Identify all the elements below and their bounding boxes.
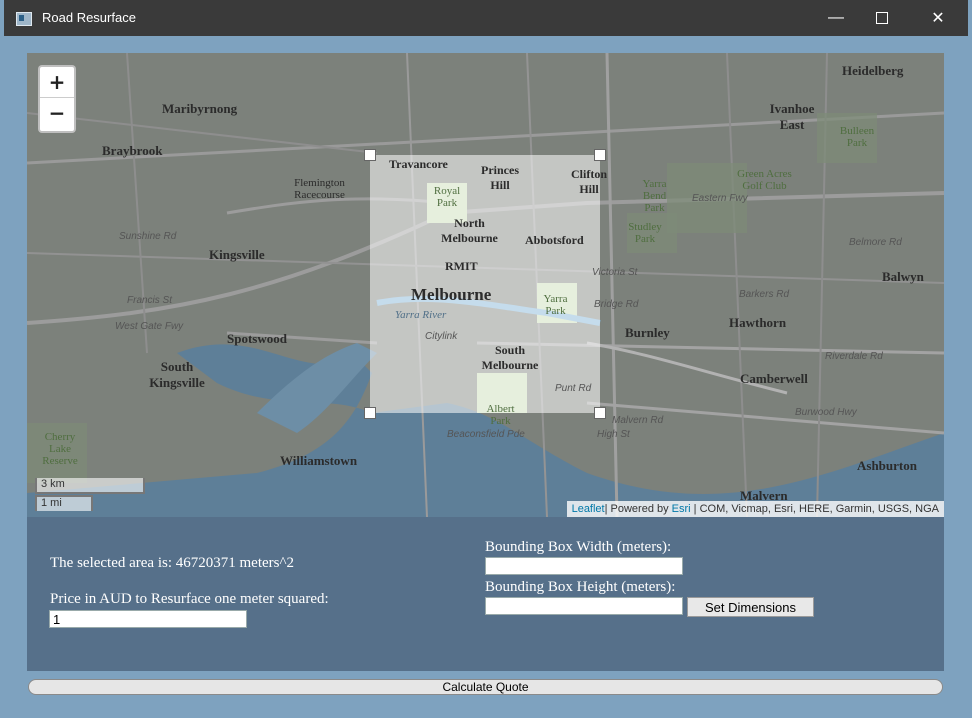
place-label: North Melbourne [441, 216, 498, 245]
place-label: Abbotsford [525, 233, 584, 247]
selected-area-text: The selected area is: 46720371 meters^2 [50, 555, 295, 571]
title-bar: Road Resurface — ✕ [4, 0, 968, 36]
road-label: Punt Rd [555, 383, 592, 394]
road-label: Malvern Rd [612, 415, 664, 426]
park-label: Bulleen Park [839, 125, 875, 149]
place-label: Balwyn [882, 269, 924, 284]
place-label: Williamstown [280, 453, 358, 468]
road-label: Sunshine Rd [119, 231, 177, 242]
road-label: Riverdale Rd [825, 351, 883, 362]
selection-handle-sw[interactable] [364, 407, 376, 419]
place-label: RMIT [445, 259, 478, 273]
window-title: Road Resurface [42, 10, 136, 25]
scale-bar-km: 3 km [35, 478, 145, 494]
place-label: Spotswood [227, 331, 287, 346]
park-label: Albert Park [486, 403, 515, 427]
place-label: Kingsville [209, 247, 265, 262]
place-label: Maribyrnong [162, 101, 238, 116]
maximize-button[interactable] [859, 0, 905, 36]
place-label: Princes Hill [481, 163, 519, 192]
zoom-control: + − [38, 65, 76, 133]
place-label: Braybrook [102, 143, 163, 158]
close-button[interactable]: ✕ [915, 0, 961, 36]
selection-handle-se[interactable] [594, 407, 606, 419]
road-label: Barkers Rd [739, 289, 790, 300]
road-label: Francis St [127, 295, 173, 306]
width-input[interactable] [485, 557, 683, 575]
park-label: Yarra Park [543, 293, 568, 317]
road-label: Belmore Rd [849, 237, 902, 248]
road-label: High St [597, 429, 630, 440]
set-dimensions-button[interactable]: Set Dimensions [687, 597, 814, 617]
place-label: Burnley [625, 325, 670, 340]
map-view[interactable]: Heidelberg Maribyrnong Ivanhoe East Bray… [27, 53, 944, 517]
leaflet-link[interactable]: Leaflet [572, 503, 605, 515]
zoom-in-button[interactable]: + [40, 67, 74, 98]
minimize-button[interactable]: — [813, 0, 859, 36]
place-label: Flemington Racecourse [294, 177, 345, 201]
maximize-icon [876, 12, 888, 24]
place-label: Camberwell [740, 371, 808, 386]
road-label: Burwood Hwy [795, 407, 857, 418]
place-label: South Melbourne [481, 343, 539, 372]
city-label: Melbourne [411, 285, 492, 304]
park-label: Studley Park [628, 221, 662, 245]
place-label: Ivanhoe East [769, 101, 815, 132]
road-label: Eastern Fwy [692, 193, 748, 204]
park-label: Green Acres Golf Club [737, 168, 792, 192]
place-label: Travancore [389, 157, 448, 171]
place-label: Hawthorn [729, 315, 787, 330]
road-label: West Gate Fwy [115, 321, 184, 332]
place-label: South Kingsville [149, 359, 205, 390]
road-label: Beaconsfield Pde [447, 429, 525, 440]
price-input[interactable] [49, 610, 247, 628]
place-label: Ashburton [857, 458, 917, 473]
road-label: Bridge Rd [594, 299, 639, 310]
place-label: Heidelberg [842, 63, 904, 78]
width-label: Bounding Box Width (meters): [485, 539, 672, 555]
esri-link[interactable]: Esri [672, 503, 691, 515]
powered-by-text: | Powered by [604, 503, 672, 515]
park-label: Royal Park [433, 185, 461, 209]
selection-handle-ne[interactable] [594, 149, 606, 161]
park-label: Yarra Bend Park [642, 178, 667, 214]
height-label: Bounding Box Height (meters): [485, 579, 676, 595]
quote-panel: The selected area is: 46720371 meters^2 … [27, 517, 944, 671]
calculate-quote-button[interactable]: Calculate Quote [28, 679, 943, 695]
app-icon [16, 12, 32, 26]
park-label: Cherry Lake Reserve [42, 431, 78, 467]
zoom-out-button[interactable]: − [40, 98, 74, 128]
river-label: Yarra River [395, 309, 447, 321]
map-attribution: Leaflet| Powered by Esri | COM, Vicmap, … [566, 501, 944, 517]
place-label: Clifton Hill [571, 167, 607, 196]
scale-bar-mi: 1 mi [35, 495, 93, 511]
selection-handle-nw[interactable] [364, 149, 376, 161]
price-label: Price in AUD to Resurface one meter squa… [50, 591, 329, 607]
road-label: Citylink [425, 331, 458, 342]
road-label: Victoria St [592, 267, 638, 278]
height-input[interactable] [485, 597, 683, 615]
attribution-sources: | COM, Vicmap, Esri, HERE, Garmin, USGS,… [690, 503, 939, 515]
